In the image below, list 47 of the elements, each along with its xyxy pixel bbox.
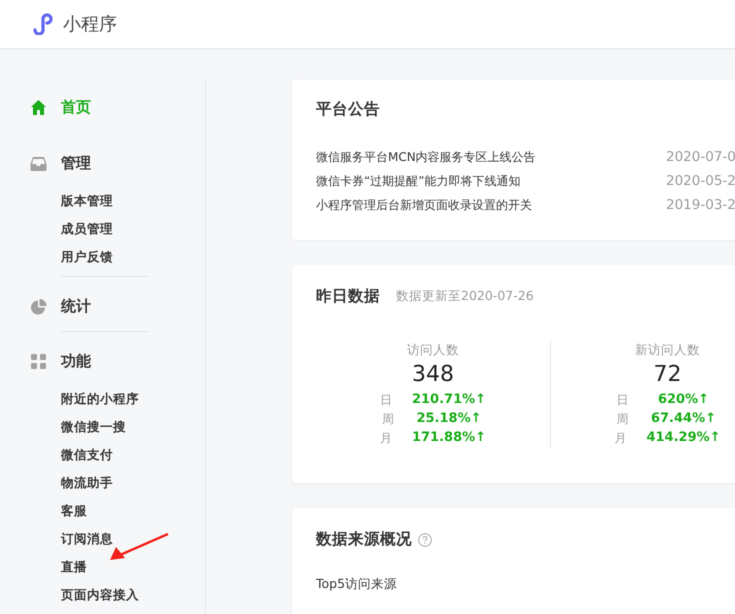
announcement-link[interactable]: 微信卡券“过期提醒”能力即将下线通知 <box>316 172 666 190</box>
announcement-link[interactable]: 小程序管理后台新增页面收录设置的开关 <box>316 196 666 214</box>
period-label: 周 <box>616 410 630 428</box>
nav-subitem[interactable]: 物流助手 <box>0 469 205 497</box>
nav-subitem[interactable]: 成员管理 <box>0 215 205 243</box>
card-title: 昨日数据 <box>316 286 380 307</box>
period-label: 月 <box>614 430 628 446</box>
nav-subitem[interactable]: 直播 <box>0 553 205 581</box>
stat-label: 新访问人数 <box>634 341 701 360</box>
inbox-icon <box>30 154 47 172</box>
card-title: 平台公告 <box>316 99 381 120</box>
grid-icon <box>30 352 47 370</box>
stat-value: 348 <box>411 361 455 389</box>
section-subtitle: Top5访问来源 <box>316 575 398 594</box>
help-icon[interactable] <box>418 532 432 547</box>
card-title: 数据来源概况 <box>316 529 412 550</box>
update-note: 数据更新至2020-07-26 <box>396 287 534 306</box>
nav-subitem[interactable]: 订阅消息 <box>0 525 205 553</box>
period-label: 周 <box>382 410 395 428</box>
change-value: 25.18%↑ <box>415 410 483 428</box>
nav-subitem[interactable]: 微信支付 <box>0 441 205 469</box>
home-icon <box>30 98 47 116</box>
nav-subitem[interactable]: 微信搜一搜 <box>0 413 205 441</box>
nav-item[interactable]: 功能 <box>0 341 205 381</box>
nav-item[interactable]: 统计 <box>0 286 205 326</box>
period-label: 日 <box>616 392 630 408</box>
announcement-link[interactable]: 微信服务平台MCN内容服务专区上线公告 <box>316 148 666 166</box>
change-value: 620%↑ <box>656 390 710 409</box>
announcement-date: 2020-05-2 <box>666 172 735 192</box>
stat-label: 访问人数 <box>406 341 460 360</box>
change-value: 414.29%↑ <box>646 428 721 447</box>
change-value: 210.71%↑ <box>412 390 486 409</box>
nav-subitem[interactable]: 版本管理 <box>0 187 205 215</box>
stat-value: 72 <box>652 361 682 389</box>
period-label: 月 <box>380 430 393 446</box>
change-value: 171.88%↑ <box>412 428 486 447</box>
nav-subitem[interactable]: 附近的小程序 <box>0 385 205 413</box>
nav-item[interactable]: 管理 <box>0 143 205 183</box>
change-value: 67.44%↑ <box>650 410 718 428</box>
announcement-date: 2019-03-2 <box>666 196 735 216</box>
announcement-date: 2020-07-0 <box>666 148 735 168</box>
nav-subitem[interactable]: 用户反馈 <box>0 243 205 271</box>
period-label: 日 <box>380 392 393 408</box>
pie-chart-icon <box>30 298 47 314</box>
app-title: 小程序 <box>63 12 117 36</box>
nav-subitem[interactable]: 客服 <box>0 497 205 525</box>
nav-subitem[interactable]: 页面内容接入 <box>0 581 205 609</box>
